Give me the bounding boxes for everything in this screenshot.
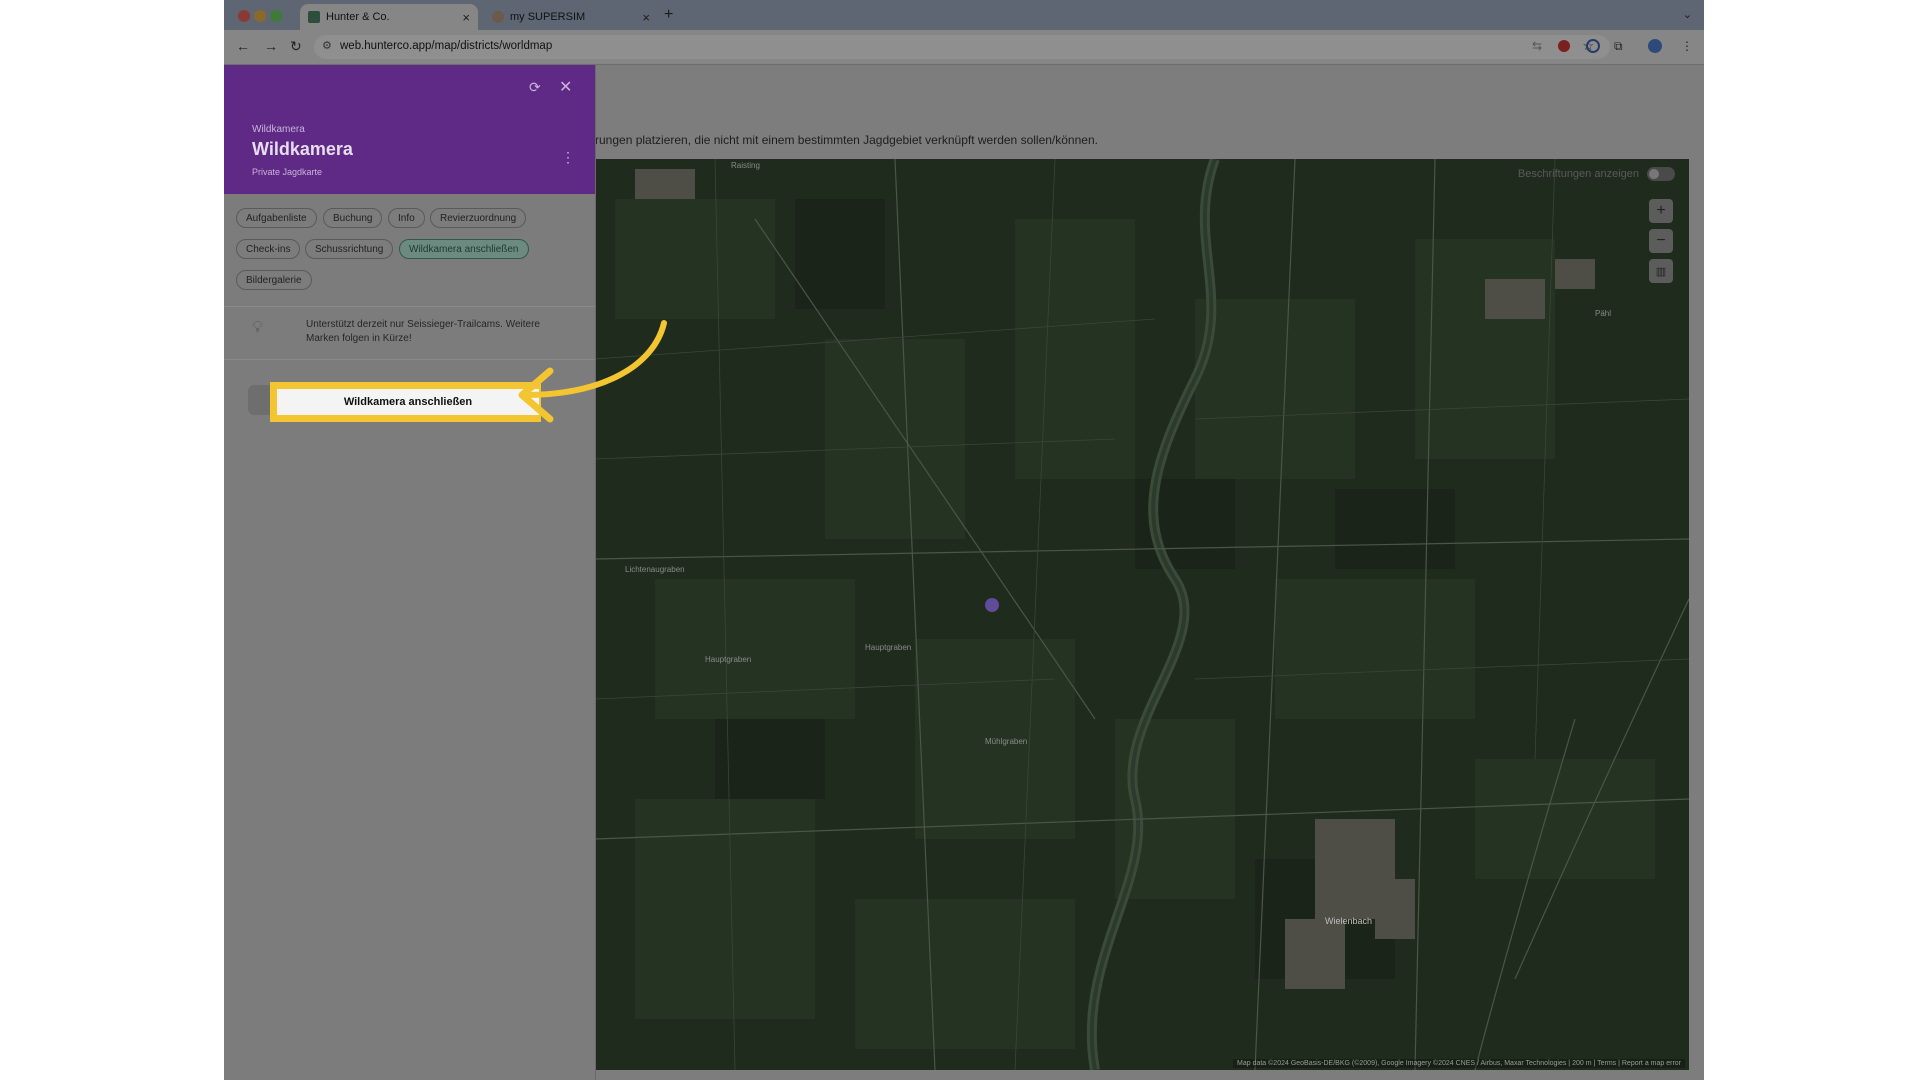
tab-title: Hunter & Co.: [326, 11, 390, 23]
tab-title: my SUPERSIM: [510, 11, 586, 23]
site-info-icon[interactable]: ⚙: [322, 39, 332, 52]
extension-blue-icon[interactable]: [1586, 39, 1600, 53]
tab-wildkamera-anschliessen[interactable]: Wildkamera anschließen: [399, 239, 529, 259]
extensions-puzzle-icon[interactable]: ⧉: [1614, 39, 1623, 54]
browser-menu-icon[interactable]: ⋮: [1681, 39, 1693, 53]
place-label: Lichtenaugraben: [625, 565, 685, 574]
page-intro-text: rungen platzieren, die nicht mit einem b…: [595, 133, 1098, 147]
more-options-icon[interactable]: ⋮: [561, 149, 575, 166]
info-hint: 💡︎ Unterstützt derzeit nur Seissieger-Tr…: [224, 306, 595, 360]
place-label: Pähl: [1595, 309, 1612, 318]
sidebar-overline: Wildkamera: [252, 124, 305, 135]
minimize-window-button[interactable]: [254, 10, 266, 22]
maximize-window-button[interactable]: [270, 10, 282, 22]
sidebar-title: Wildkamera: [252, 139, 353, 159]
extension-red-icon[interactable]: [1558, 40, 1570, 52]
forward-icon[interactable]: →: [264, 38, 278, 54]
url-text: web.hunterco.app/map/districts/worldmap: [340, 40, 553, 52]
translate-icon[interactable]: ⇆: [1532, 39, 1542, 53]
map-imagery: [595, 159, 1689, 1070]
reload-icon[interactable]: ↻: [290, 38, 302, 55]
connect-camera-button[interactable]: Wildkamera anschließen: [272, 384, 539, 420]
zoom-out-button[interactable]: −: [1649, 229, 1673, 253]
close-window-button[interactable]: [238, 10, 250, 22]
profile-avatar[interactable]: [1648, 39, 1662, 53]
labels-toggle-label: Beschriftungen anzeigen: [1517, 168, 1639, 180]
map-type-icon[interactable]: ▥: [1649, 259, 1673, 283]
place-label: Hauptgraben: [705, 655, 752, 664]
tab-buchung[interactable]: Buchung: [323, 208, 383, 228]
new-tab-button[interactable]: +: [664, 6, 673, 24]
tab-search-icon[interactable]: ⌄: [1683, 8, 1692, 21]
browser-toolbar: ← → ↻ ⚙ web.hunterco.app/map/districts/w…: [224, 30, 1704, 65]
address-bar[interactable]: ⚙ web.hunterco.app/map/districts/worldma…: [314, 35, 1610, 59]
supersim-favicon-icon: [492, 11, 504, 23]
back-icon[interactable]: ←: [236, 38, 250, 54]
tab-schussrichtung[interactable]: Schussrichtung: [305, 239, 394, 259]
close-tab-icon[interactable]: ×: [462, 10, 470, 25]
labels-toggle-control[interactable]: Beschriftungen anzeigen: [1518, 167, 1675, 181]
browser-window: Hunter & Co. × my SUPERSIM × + ⌄ ← → ↻ ⚙…: [224, 0, 1704, 1080]
lightbulb-icon: 💡︎: [252, 319, 264, 336]
tab-revierzuordnung[interactable]: Revierzuordnung: [430, 208, 527, 228]
labels-toggle-switch[interactable]: [1647, 167, 1675, 181]
tab-check-ins[interactable]: Check-ins: [236, 239, 301, 259]
satellite-map[interactable]: Raisting Wielenbach Pähl Hauptgraben Hau…: [595, 159, 1689, 1070]
place-label: Raisting: [731, 161, 760, 170]
tab-my-supersim[interactable]: my SUPERSIM ×: [484, 4, 658, 30]
sidebar-subtitle: Private Jagdkarte: [252, 167, 323, 177]
refresh-icon[interactable]: ⟳: [529, 79, 541, 96]
sidebar-header: ⟳ ✕ Wildkamera Wildkamera Private Jagdka…: [224, 65, 595, 194]
map-attribution: Map data ©2024 GeoBasis-DE/BKG (©2009), …: [1233, 1059, 1685, 1068]
web-page: rungen platzieren, die nicht mit einem b…: [224, 65, 1704, 1080]
place-label: Hauptgraben: [865, 643, 912, 652]
tab-aufgabenliste[interactable]: Aufgabenliste: [236, 208, 317, 228]
tab-bar: Hunter & Co. × my SUPERSIM × + ⌄: [224, 0, 1704, 30]
close-tab-icon[interactable]: ×: [642, 10, 650, 25]
tab-bildergalerie[interactable]: Bildergalerie: [236, 270, 312, 290]
zoom-in-button[interactable]: +: [1649, 199, 1673, 223]
close-icon[interactable]: ✕: [559, 77, 572, 97]
hunter-favicon-icon: [308, 11, 320, 23]
tab-hunter-co[interactable]: Hunter & Co. ×: [300, 4, 478, 30]
place-label: Wielenbach: [1325, 916, 1373, 926]
hint-text: Unterstützt derzeit nur Seissieger-Trail…: [306, 319, 540, 344]
tab-info[interactable]: Info: [388, 208, 425, 228]
detail-sidebar: ⟳ ✕ Wildkamera Wildkamera Private Jagdka…: [224, 65, 596, 1080]
place-label: Mühlgraben: [985, 737, 1028, 746]
